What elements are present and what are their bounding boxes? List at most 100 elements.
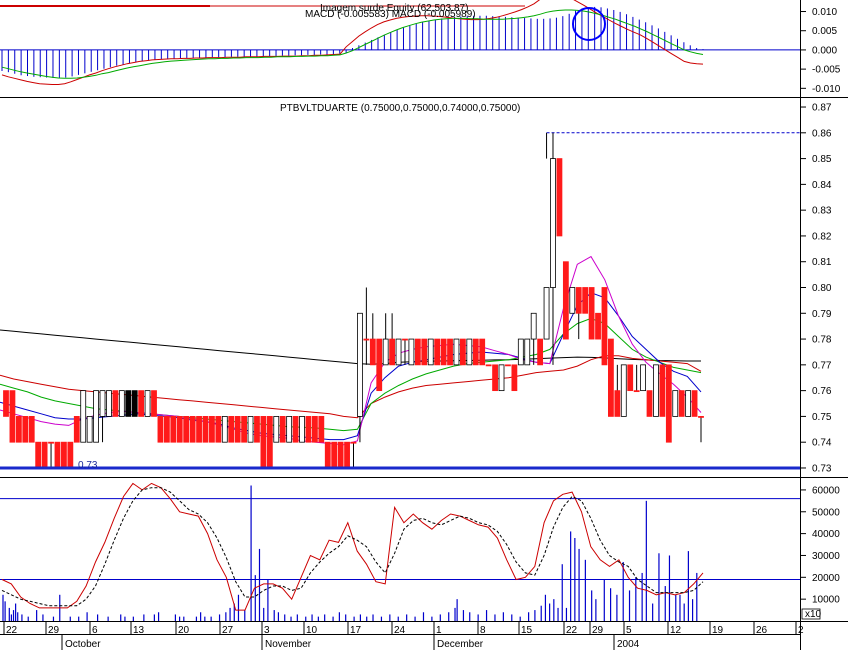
candle-body	[247, 416, 254, 443]
candle-body	[421, 338, 428, 366]
macd-y-tick-label: 0.010	[812, 7, 837, 18]
candle-body	[86, 416, 93, 443]
candle-body	[601, 287, 608, 366]
candle-body	[447, 338, 453, 366]
candle-body	[595, 312, 601, 340]
candle-body	[569, 287, 576, 314]
candle-body	[517, 338, 524, 366]
candle-body	[653, 364, 659, 417]
candle-body	[505, 364, 511, 367]
volume-y-tick-label: 30000	[812, 551, 840, 562]
candle-body	[151, 390, 157, 417]
candle-body	[627, 364, 634, 392]
candle-body	[640, 364, 646, 392]
candle-body	[279, 416, 286, 443]
candle-body	[221, 416, 228, 443]
price-y-tick-label: 0.79	[812, 309, 832, 320]
candle-body	[376, 338, 383, 392]
candle-body	[106, 390, 112, 417]
candle-body	[176, 416, 183, 443]
volume-y-tick-label: 10000	[812, 595, 840, 606]
volume-y-tick-label: 40000	[812, 529, 840, 540]
macd-y-tick-label: 0.005	[812, 26, 837, 37]
price-y-tick-label: 0.75	[812, 412, 832, 423]
candle-body	[61, 441, 67, 469]
candle-body	[382, 338, 389, 366]
candle-body	[556, 158, 563, 237]
candle-body	[537, 338, 544, 366]
price-y-tick-label: 0.80	[812, 283, 832, 294]
candle-body	[118, 390, 125, 417]
price-y-tick-label: 0.77	[812, 360, 832, 371]
price-y-tick-label: 0.84	[812, 180, 832, 191]
candle-body	[157, 416, 164, 443]
price-y-tick-label: 0.86	[812, 128, 832, 139]
candle-body	[234, 416, 241, 443]
candle-body	[434, 338, 441, 366]
candle-body	[324, 441, 331, 469]
candle-body	[659, 364, 666, 417]
candle-body	[125, 390, 132, 417]
candle-body	[80, 390, 87, 443]
candle-body	[93, 390, 99, 443]
candle-body	[299, 416, 305, 443]
candle-body	[331, 441, 338, 469]
candle-body	[273, 416, 280, 443]
candle-body	[260, 416, 267, 469]
candle-body	[472, 338, 479, 366]
highlight-circle	[572, 7, 606, 41]
price-y-tick-label: 0.78	[812, 335, 832, 346]
candle-body	[414, 338, 421, 366]
stochastic-k-line	[1, 482, 704, 611]
volume-stochastic-panel: 60000 50000 40000 30000 20000 10000	[0, 482, 840, 621]
candle-body	[189, 416, 196, 443]
price-panel: 0.87 0.86 0.85 0.84 0.83 0.82 0.81 0.80 0.79 0.78…	[0, 103, 832, 474]
candle-body	[144, 390, 151, 417]
candle-body	[292, 416, 299, 443]
price-y-tick-label: 0.74	[812, 438, 832, 449]
candle-body	[479, 338, 486, 366]
macd-y-tick-label: -0.010	[812, 84, 841, 95]
price-title: PTBVLTDUARTE (0.75000,0.75000,0.74000,0.…	[280, 103, 520, 114]
month-label: November	[265, 639, 312, 650]
volume-multiplier-label: x10	[805, 609, 822, 620]
price-y-tick-label: 0.83	[812, 206, 832, 217]
month-label: December	[437, 639, 484, 650]
macd-y-tick-label: 0.000	[812, 45, 837, 56]
candle-body	[614, 390, 621, 417]
candle-body	[678, 390, 685, 417]
candle-body	[73, 416, 80, 443]
price-y-tick-label: 0.87	[812, 103, 832, 114]
signal-line	[1, 9, 704, 79]
month-label: 2004	[617, 639, 640, 650]
candle-body	[215, 416, 222, 443]
candle-body	[131, 390, 138, 417]
candle-body	[286, 416, 293, 443]
chart-window: { "colors": { "up_candle": "#ffffff", "d…	[0, 0, 848, 650]
candle-body	[350, 441, 357, 444]
volume-y-tick-label: 50000	[812, 507, 840, 518]
candle-body	[369, 338, 376, 366]
candle-body	[363, 338, 370, 341]
candle-body	[318, 416, 325, 443]
candle-body	[170, 416, 177, 443]
candle-body	[550, 158, 556, 288]
candle-body	[35, 441, 42, 469]
volume-y-tick-label: 20000	[812, 573, 840, 584]
candle-body	[665, 364, 672, 443]
candle-body	[427, 338, 434, 366]
candle-body	[9, 390, 16, 443]
macd-overlay-title: Imagem surde Equity (62,503.87)	[320, 3, 468, 14]
candle-body	[67, 441, 74, 469]
candle-body	[163, 416, 170, 443]
candle-body	[311, 416, 318, 443]
candle-body	[337, 441, 344, 469]
candle-body	[459, 338, 466, 366]
candle-body	[54, 441, 61, 469]
candle-body	[440, 338, 447, 366]
candle-body	[344, 441, 350, 469]
candle-body	[691, 390, 698, 417]
candle-body	[582, 287, 589, 314]
candle-body	[633, 390, 640, 393]
candle-body	[389, 338, 396, 366]
